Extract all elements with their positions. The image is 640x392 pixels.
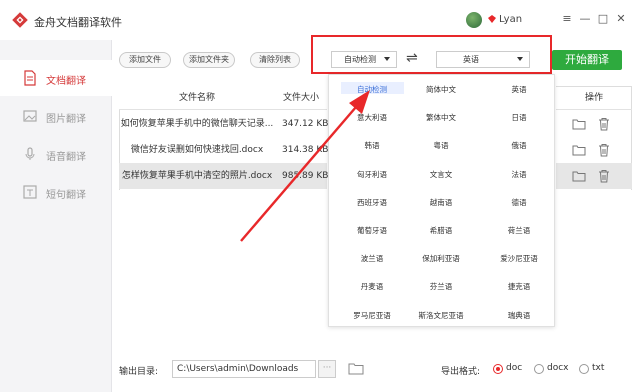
open-folder-icon[interactable] [572, 118, 586, 130]
row-actions [556, 137, 632, 163]
app-title: 金舟文档翻译软件 [34, 16, 122, 29]
add-folder-button[interactable]: 添加文件夹 [183, 52, 235, 68]
language-option[interactable]: 捷克语 [484, 281, 554, 292]
table-row[interactable]: 如何恢复苹果手机中的微信聊天记录... 347.12 KB [119, 111, 329, 137]
language-option[interactable]: 日语 [484, 112, 554, 123]
sidebar-item-label: 语音翻译 [46, 152, 86, 163]
language-option[interactable]: 丹麦语 [337, 281, 407, 292]
language-option[interactable]: 希腊语 [406, 225, 476, 236]
delete-icon[interactable] [598, 143, 610, 157]
language-option[interactable]: 保加利亚语 [406, 253, 476, 264]
language-option[interactable]: 葡萄牙语 [337, 225, 407, 236]
vip-diamond-icon [488, 15, 496, 23]
clear-list-button[interactable]: 清除列表 [250, 52, 300, 68]
add-file-button[interactable]: 添加文件 [119, 52, 171, 68]
maximize-button[interactable]: □ [596, 13, 610, 25]
minimize-button[interactable]: — [578, 13, 592, 25]
sidebar: 文档翻译 图片翻译 语音翻译 短句翻译 [0, 40, 112, 392]
column-header-size: 文件大小 [275, 86, 327, 110]
language-option[interactable]: 罗马尼亚语 [337, 310, 407, 321]
delete-icon[interactable] [598, 117, 610, 131]
sidebar-item-document[interactable]: 文档翻译 [0, 60, 112, 96]
menu-icon[interactable]: ≡ [560, 13, 574, 25]
sidebar-item-label: 图片翻译 [46, 114, 86, 125]
title-bar: 金舟文档翻译软件 Lyan ≡ — □ ✕ [0, 0, 640, 40]
language-option[interactable]: 简体中文 [406, 84, 476, 95]
language-option[interactable]: 波兰语 [337, 253, 407, 264]
language-option[interactable]: 粤语 [406, 140, 476, 151]
image-icon [23, 110, 37, 122]
language-option[interactable]: 英语 [484, 84, 554, 95]
language-option[interactable]: 自动检测 [337, 84, 407, 95]
microphone-icon [25, 147, 35, 160]
sidebar-item-image[interactable]: 图片翻译 [0, 98, 112, 134]
sidebar-item-label: 文档翻译 [46, 76, 86, 87]
highlight-box [311, 35, 552, 74]
language-option[interactable]: 文言文 [406, 169, 476, 180]
language-option[interactable]: 斯洛文尼亚语 [406, 310, 476, 321]
browse-button[interactable]: ··· [318, 360, 336, 378]
sidebar-item-sentence[interactable]: 短句翻译 [0, 174, 112, 210]
sidebar-item-label: 短句翻译 [46, 190, 86, 201]
language-option[interactable]: 越南语 [406, 197, 476, 208]
format-radio-txt[interactable] [579, 364, 589, 374]
file-name: 如何恢复苹果手机中的微信聊天记录... [120, 119, 274, 129]
username[interactable]: Lyan [499, 14, 522, 25]
delete-icon[interactable] [598, 169, 610, 183]
table-row[interactable]: 微信好友误删如何快速找回.docx 314.38 KB [119, 137, 329, 163]
close-button[interactable]: ✕ [614, 13, 628, 25]
start-translate-button[interactable]: 开始翻译 [552, 50, 622, 70]
open-folder-icon[interactable] [348, 362, 364, 375]
language-option[interactable]: 芬兰语 [406, 281, 476, 292]
language-option[interactable]: 意大利语 [337, 112, 407, 123]
app-logo-icon [12, 12, 28, 28]
open-folder-icon[interactable] [572, 144, 586, 156]
text-icon [23, 185, 37, 199]
column-header-ops: 操作 [556, 86, 632, 110]
format-option-label: txt [592, 363, 605, 373]
column-header-name: 文件名称 [119, 86, 275, 110]
language-option[interactable]: 西班牙语 [337, 197, 407, 208]
language-option[interactable]: 匈牙利语 [337, 169, 407, 180]
language-option[interactable]: 荷兰语 [484, 225, 554, 236]
language-option[interactable]: 俄语 [484, 140, 554, 151]
file-name: 怎样恢复苹果手机中清空的照片.docx [121, 171, 273, 181]
format-option-label: docx [547, 363, 569, 373]
format-option-label: doc [506, 363, 523, 373]
output-dir-label: 输出目录: [119, 367, 159, 377]
open-folder-icon[interactable] [572, 170, 586, 182]
export-format-label: 导出格式: [441, 367, 481, 377]
document-icon [24, 70, 36, 86]
language-option[interactable]: 瑞典语 [484, 310, 554, 321]
format-radio-docx[interactable] [534, 364, 544, 374]
table-row[interactable]: 怎样恢复苹果手机中清空的照片.docx 985.89 KB [119, 163, 328, 189]
language-option[interactable]: 法语 [484, 169, 554, 180]
row-actions [556, 111, 632, 137]
language-option[interactable]: 韩语 [337, 140, 407, 151]
sidebar-item-voice[interactable]: 语音翻译 [0, 136, 112, 172]
output-dir-input[interactable]: C:\Users\admin\Downloads [172, 360, 316, 378]
format-radio-doc[interactable] [493, 364, 503, 374]
language-option[interactable]: 繁体中文 [406, 112, 476, 123]
file-name: 微信好友误删如何快速找回.docx [130, 145, 264, 155]
row-actions [556, 163, 632, 189]
language-option[interactable]: 爱沙尼亚语 [484, 253, 554, 264]
language-option[interactable]: 德语 [484, 197, 554, 208]
avatar[interactable] [466, 12, 482, 28]
